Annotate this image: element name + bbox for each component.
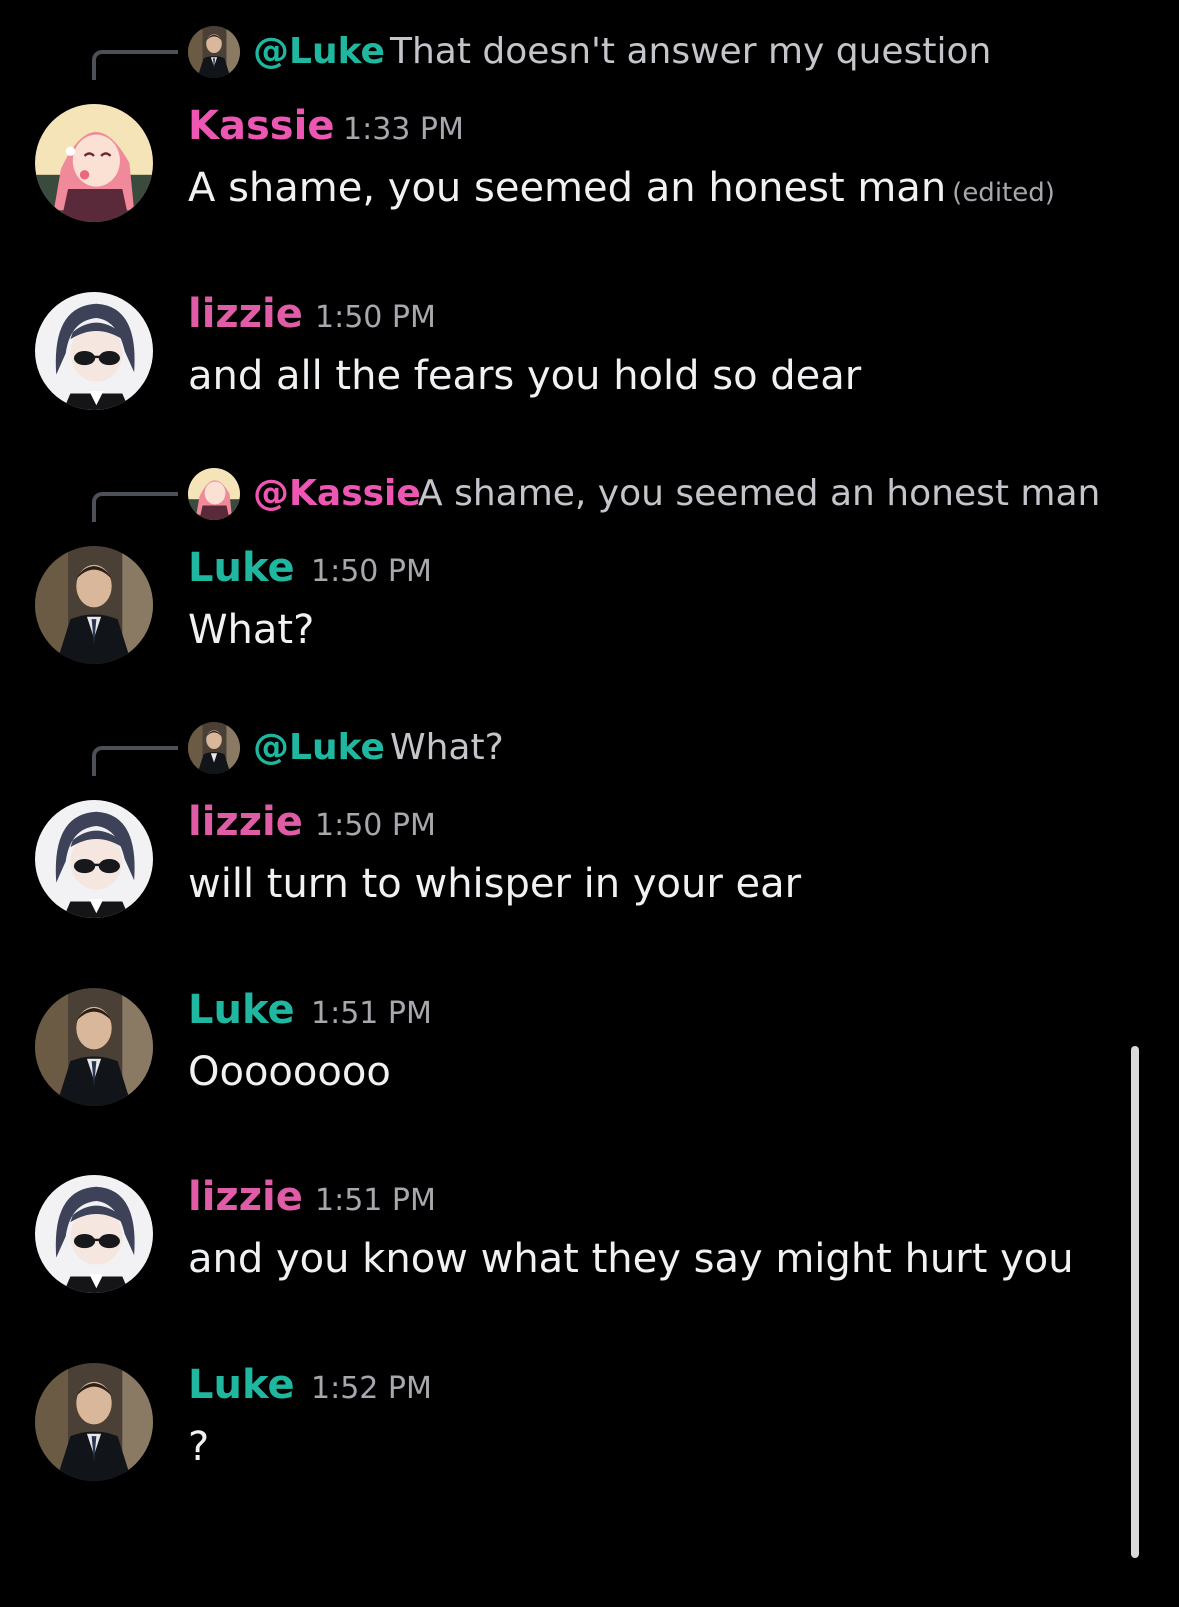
kassie-avatar-image <box>35 104 153 222</box>
lizzie-avatar-image <box>35 800 153 918</box>
reply-connector <box>92 492 178 522</box>
message-content: and all the fears you hold so dear <box>188 350 861 402</box>
message-item[interactable]: @Luke What? lizzie 1:50 PM will turn to … <box>0 722 1150 922</box>
reply-avatar-luke[interactable] <box>188 722 240 774</box>
reply-text[interactable]: That doesn't answer my question <box>390 30 991 74</box>
reply-preview[interactable]: @Luke That doesn't answer my question <box>0 26 1150 86</box>
message-text: and you know what they say might hurt yo… <box>188 1236 1074 1282</box>
message-text: A shame, you seemed an honest man <box>188 165 947 211</box>
message-content: and you know what they say might hurt yo… <box>188 1233 1074 1285</box>
reply-avatar-luke[interactable] <box>188 26 240 78</box>
message-timestamp: 1:51 PM <box>311 996 432 1031</box>
author-name[interactable]: Luke <box>188 544 295 592</box>
reply-connector <box>92 50 178 80</box>
message-timestamp: 1:50 PM <box>315 808 436 843</box>
luke-avatar-image <box>35 988 153 1106</box>
kassie-avatar-image <box>188 468 240 520</box>
message-content: will turn to whisper in your ear <box>188 858 801 910</box>
message-timestamp: 1:50 PM <box>315 300 436 335</box>
message-timestamp: 1:52 PM <box>311 1371 432 1406</box>
author-name[interactable]: lizzie <box>188 798 303 846</box>
edited-label: (edited) <box>952 178 1055 208</box>
reply-mention[interactable]: @Luke <box>253 726 385 770</box>
reply-preview[interactable]: @Kassie A shame, you seemed an honest ma… <box>0 468 1150 528</box>
message-item[interactable]: Luke 1:51 PM Oooooooo <box>0 986 1150 1116</box>
avatar-lizzie[interactable] <box>35 1175 153 1293</box>
avatar-luke[interactable] <box>35 988 153 1106</box>
message-item[interactable]: Luke 1:52 PM ? <box>0 1361 1150 1491</box>
message-item[interactable]: lizzie 1:50 PM and all the fears you hol… <box>0 290 1150 420</box>
message-item[interactable]: @Kassie A shame, you seemed an honest ma… <box>0 468 1150 668</box>
message-timestamp: 1:33 PM <box>343 112 464 147</box>
message-item[interactable]: @Luke That doesn't answer my question Ka… <box>0 26 1150 226</box>
avatar-luke[interactable] <box>35 1363 153 1481</box>
reply-avatar-kassie[interactable] <box>188 468 240 520</box>
luke-avatar-image <box>35 546 153 664</box>
avatar-kassie[interactable] <box>35 104 153 222</box>
avatar-lizzie[interactable] <box>35 292 153 410</box>
lizzie-avatar-image <box>35 292 153 410</box>
reply-connector <box>92 746 178 776</box>
message-content: ? <box>188 1421 209 1473</box>
message-timestamp: 1:50 PM <box>311 554 432 589</box>
message-text: will turn to whisper in your ear <box>188 861 802 907</box>
message-text: What? <box>188 607 315 653</box>
luke-avatar-image <box>188 26 240 78</box>
message-content: Oooooooo <box>188 1046 391 1098</box>
reply-mention[interactable]: @Kassie <box>253 472 421 516</box>
message-text: Oooooooo <box>188 1049 391 1095</box>
lizzie-avatar-image <box>35 1175 153 1293</box>
luke-avatar-image <box>35 1363 153 1481</box>
author-name[interactable]: Kassie <box>188 102 334 150</box>
message-text: and all the fears you hold so dear <box>188 353 862 399</box>
reply-text[interactable]: What? <box>390 726 504 770</box>
avatar-lizzie[interactable] <box>35 800 153 918</box>
message-timestamp: 1:51 PM <box>315 1183 436 1218</box>
author-name[interactable]: lizzie <box>188 1173 303 1221</box>
message-content: A shame, you seemed an honest man (edited… <box>188 162 1055 219</box>
luke-avatar-image <box>188 722 240 774</box>
author-name[interactable]: Luke <box>188 986 295 1034</box>
author-name[interactable]: Luke <box>188 1361 295 1409</box>
avatar-luke[interactable] <box>35 546 153 664</box>
scrollbar-thumb[interactable] <box>1131 1046 1139 1558</box>
author-name[interactable]: lizzie <box>188 290 303 338</box>
reply-text[interactable]: A shame, you seemed an honest man <box>418 472 1100 516</box>
message-text: ? <box>188 1424 210 1470</box>
message-item[interactable]: lizzie 1:51 PM and you know what they sa… <box>0 1173 1150 1303</box>
reply-mention[interactable]: @Luke <box>253 30 385 74</box>
reply-preview[interactable]: @Luke What? <box>0 722 1150 782</box>
message-content: What? <box>188 604 314 656</box>
chat-message-list[interactable]: @Luke That doesn't answer my question Ka… <box>0 0 1179 1607</box>
